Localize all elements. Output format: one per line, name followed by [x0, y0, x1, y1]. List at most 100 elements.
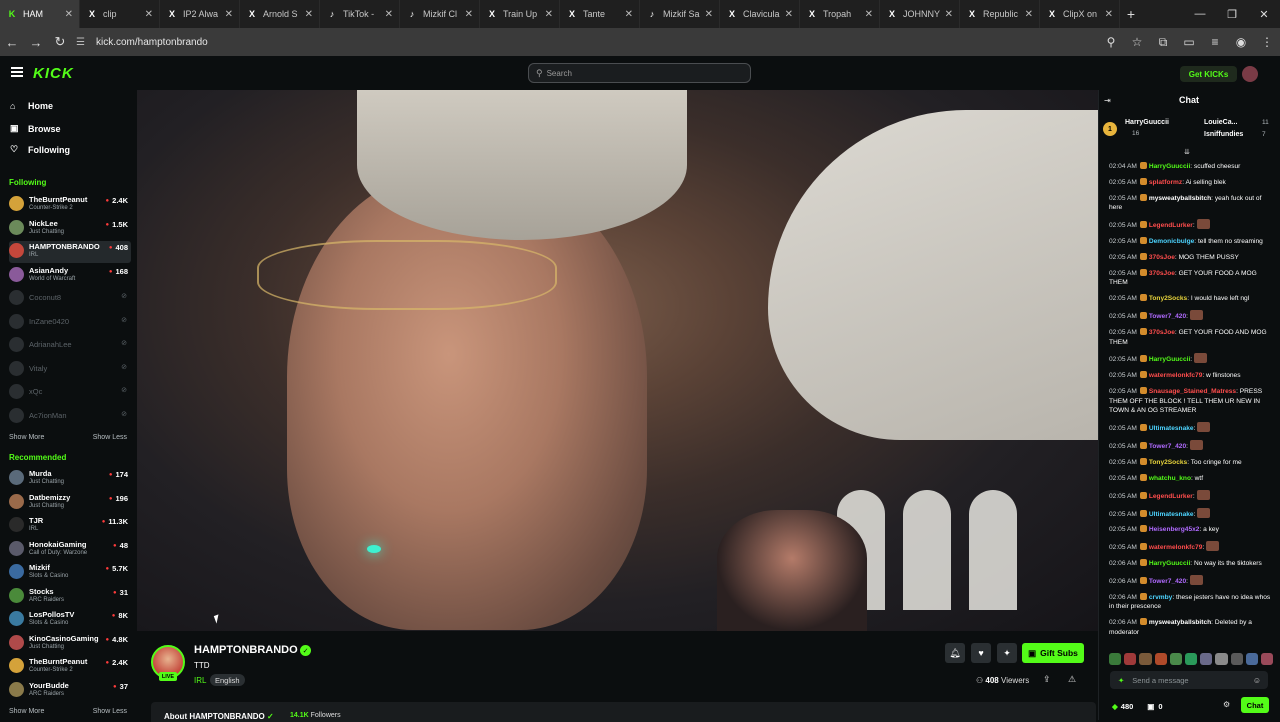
message-username[interactable]: whatchu_kno: [1149, 475, 1191, 482]
category-link[interactable]: IRL: [194, 676, 206, 685]
tab-close-icon[interactable]: ✕: [385, 9, 393, 20]
emote-icon[interactable]: [1109, 653, 1122, 665]
user-avatar[interactable]: [1242, 66, 1258, 82]
hamburger-menu-icon[interactable]: [11, 67, 23, 77]
sidebar-channel-item[interactable]: HonokaiGamingCall of Duty: Warzone 48: [9, 539, 131, 561]
channel-name[interactable]: HAMPTONBRANDO: [194, 644, 298, 656]
sidebar-nav-browse[interactable]: ▣ Browse: [10, 123, 61, 134]
new-tab-icon[interactable]: +: [1120, 6, 1142, 22]
tab-close-icon[interactable]: ✕: [865, 9, 873, 20]
show-more-button[interactable]: Show More: [9, 708, 44, 715]
tab-close-icon[interactable]: ✕: [305, 9, 313, 20]
message-username[interactable]: 370sJoe: [1149, 270, 1175, 277]
emote-icon[interactable]: [1139, 653, 1152, 665]
sidebar-channel-item[interactable]: YourBuddeARC Raiders 37: [9, 680, 131, 702]
url-field[interactable]: ☰ kick.com/hamptonbrando: [76, 31, 1098, 53]
forward-icon[interactable]: →: [24, 35, 48, 50]
menu-dots-icon[interactable]: ⋮: [1254, 35, 1280, 49]
minimize-icon[interactable]: —: [1184, 0, 1216, 28]
browser-tab[interactable]: X IP2 Alwa ✕: [160, 0, 240, 28]
sidebar-channel-item[interactable]: AsianAndyWorld of Warcraft 168: [9, 265, 131, 287]
browser-tab[interactable]: X Tante ✕: [560, 0, 640, 28]
message-username[interactable]: Tower7_420: [1149, 313, 1186, 320]
message-username[interactable]: Tower7_420: [1149, 443, 1186, 450]
zoom-icon[interactable]: ⚲: [1098, 35, 1124, 49]
message-username[interactable]: splatformz: [1149, 179, 1182, 186]
follow-button[interactable]: ♥: [971, 643, 991, 663]
message-username[interactable]: crvmby: [1149, 594, 1172, 601]
extensions-icon[interactable]: ⧉: [1150, 35, 1176, 50]
notification-bell-button[interactable]: 🔔︎: [945, 643, 965, 663]
leader-name[interactable]: Isniffundies: [1204, 131, 1243, 138]
emote-icon[interactable]: [1124, 653, 1137, 665]
back-icon[interactable]: ←: [0, 35, 24, 50]
message-username[interactable]: watermelonkfc79: [1149, 372, 1203, 379]
tab-close-icon[interactable]: ✕: [945, 9, 953, 20]
cast-icon[interactable]: ▭: [1176, 35, 1202, 49]
emote-icon[interactable]: [1245, 653, 1258, 665]
leader-name[interactable]: LouieCa...: [1204, 119, 1237, 126]
sidebar-channel-item[interactable]: StocksARC Raiders 31: [9, 586, 131, 608]
message-username[interactable]: Demonicbulge: [1149, 238, 1194, 245]
browser-tab[interactable]: ♪ Mizkif Sa ✕: [640, 0, 720, 28]
message-username[interactable]: Heisenberg45x2: [1149, 526, 1200, 533]
restore-icon[interactable]: ❐: [1216, 0, 1248, 28]
pinned-expand-icon[interactable]: ⇊: [1184, 148, 1190, 156]
emote-icon[interactable]: [1260, 653, 1274, 665]
sidebar-channel-item[interactable]: HAMPTONBRANDOIRL 408: [9, 241, 131, 263]
sidebar-channel-item[interactable]: MurdaJust Chatting 174: [9, 468, 131, 490]
sidebar-channel-item[interactable]: TheBurntPeanutCounter-Strike 2 2.4K: [9, 656, 131, 678]
message-username[interactable]: 370sJoe: [1149, 329, 1175, 336]
report-icon[interactable]: ⚠: [1068, 674, 1076, 685]
sparkle-icon[interactable]: ✦: [1118, 676, 1124, 685]
browser-tab[interactable]: X ClipX on ✕: [1040, 0, 1120, 28]
tab-close-icon[interactable]: ✕: [545, 9, 553, 20]
points-count[interactable]: 0: [1158, 702, 1162, 711]
emote-icon[interactable]: [1230, 653, 1243, 665]
sidebar-nav-home[interactable]: ⌂ Home: [10, 101, 53, 111]
browser-tab[interactable]: K HAM ✕: [0, 0, 80, 28]
message-username[interactable]: Snausage_Stained_Matress: [1149, 388, 1236, 395]
sidebar-channel-item[interactable]: NickLeeJust Chatting 1.5K: [9, 218, 131, 240]
tab-close-icon[interactable]: ✕: [1105, 9, 1113, 20]
emote-icon[interactable]: [1169, 653, 1182, 665]
tab-close-icon[interactable]: ✕: [65, 9, 73, 20]
message-username[interactable]: mysweatyballsbitch: [1149, 619, 1211, 626]
message-username[interactable]: LegendLurker: [1149, 493, 1193, 500]
kick-logo[interactable]: KICK: [33, 65, 74, 82]
emote-icon[interactable]: [1200, 653, 1213, 665]
show-less-button[interactable]: Show Less: [93, 708, 127, 715]
chat-message-input[interactable]: ✦ Send a message ☺: [1110, 671, 1268, 689]
emoji-icon[interactable]: ☺: [1253, 676, 1261, 685]
sidebar-channel-item[interactable]: xQc ⊘: [9, 382, 131, 404]
sidebar-channel-item[interactable]: TJRIRL 11.3K: [9, 515, 131, 537]
reload-icon[interactable]: ↻: [48, 34, 72, 50]
sidebar-channel-item[interactable]: MizkifSlots & Casino 5.7K: [9, 562, 131, 584]
video-player[interactable]: [137, 90, 1098, 631]
browser-tab[interactable]: X JOHNNY ✕: [880, 0, 960, 28]
browser-tab[interactable]: X Clavicula ✕: [720, 0, 800, 28]
message-username[interactable]: mysweatyballsbitch: [1149, 195, 1211, 202]
share-icon[interactable]: ⇪: [1043, 674, 1051, 685]
gift-subs-button[interactable]: ▣ Gift Subs: [1022, 643, 1084, 663]
profile-icon[interactable]: ◉: [1228, 35, 1254, 49]
kicks-count[interactable]: 480: [1121, 702, 1134, 711]
tab-close-icon[interactable]: ✕: [625, 9, 633, 20]
message-username[interactable]: Ultimatesnake: [1149, 511, 1194, 518]
bookmark-star-icon[interactable]: ☆: [1124, 35, 1150, 49]
browser-tab[interactable]: ♪ TikTok - ✕: [320, 0, 400, 28]
message-username[interactable]: Ultimatesnake: [1149, 425, 1194, 432]
sidebar-channel-item[interactable]: InZane0420 ⊘: [9, 312, 131, 334]
emote-icon[interactable]: [1215, 653, 1228, 665]
sidebar-channel-item[interactable]: LosPollosTVSlots & Casino 8K: [9, 609, 131, 631]
sidebar-channel-item[interactable]: Vitaly ⊘: [9, 359, 131, 381]
sidebar-channel-item[interactable]: DatbemizzyJust Chatting 196: [9, 492, 131, 514]
emote-icon[interactable]: [1184, 653, 1198, 665]
chat-send-button[interactable]: Chat: [1241, 697, 1269, 713]
message-username[interactable]: HarryGuuccii: [1149, 560, 1190, 567]
message-username[interactable]: watermelonkfc79: [1149, 544, 1203, 551]
sidebar-channel-item[interactable]: TheBurntPeanutCounter-Strike 2 2.4K: [9, 194, 131, 216]
sidebar-channel-item[interactable]: Ac7ionMan ⊘: [9, 406, 131, 428]
tab-close-icon[interactable]: ✕: [225, 9, 233, 20]
message-username[interactable]: Tony2Socks: [1149, 295, 1187, 302]
